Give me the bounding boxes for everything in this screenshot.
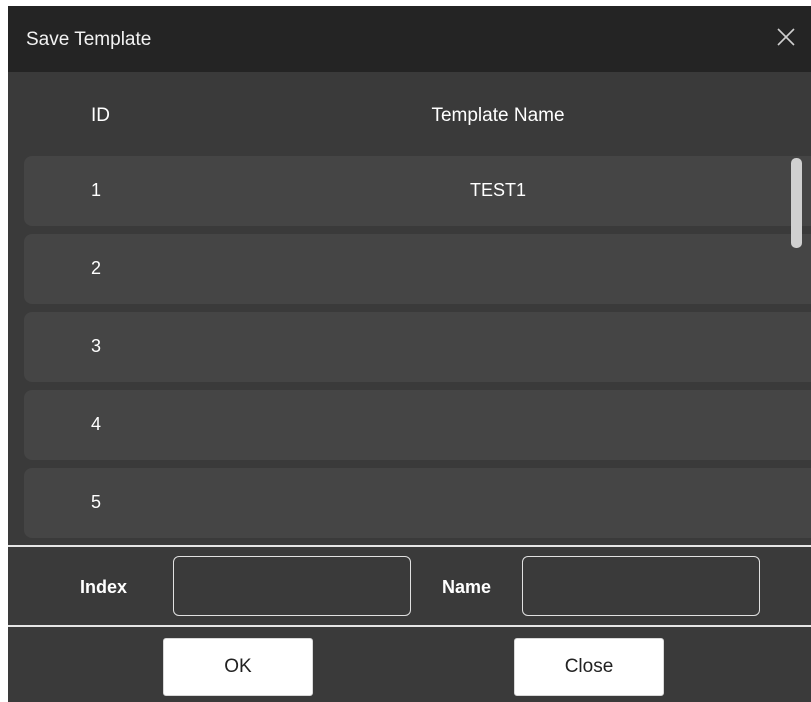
column-header-id: ID bbox=[91, 105, 110, 126]
close-button[interactable]: Close bbox=[514, 638, 664, 696]
table-row[interactable]: 2 bbox=[24, 234, 811, 304]
row-id: 1 bbox=[91, 180, 102, 200]
table-row[interactable]: 3 bbox=[24, 312, 811, 382]
title-bar: Save Template bbox=[8, 6, 811, 72]
divider bbox=[8, 545, 811, 547]
index-label: Index bbox=[80, 577, 128, 597]
row-template-name: TEST1 bbox=[469, 180, 526, 200]
column-header-template-name: Template Name bbox=[431, 105, 565, 126]
table-header: ID Template Name bbox=[8, 72, 811, 154]
row-id: 5 bbox=[91, 492, 102, 512]
ok-button[interactable]: OK bbox=[163, 638, 313, 696]
close-icon[interactable] bbox=[771, 22, 801, 52]
row-id: 3 bbox=[91, 336, 102, 356]
save-template-dialog: Save Template ID Template Name 1 TEST1 2… bbox=[8, 6, 811, 702]
name-label: Name bbox=[442, 577, 492, 597]
table-row[interactable]: 5 bbox=[24, 468, 811, 538]
table-row[interactable]: 1 TEST1 bbox=[24, 156, 811, 226]
divider bbox=[8, 625, 811, 627]
table-row[interactable]: 4 bbox=[24, 390, 811, 460]
dialog-title: Save Template bbox=[26, 29, 152, 50]
template-list[interactable]: 1 TEST1 2 3 4 5 bbox=[8, 154, 811, 540]
name-input[interactable] bbox=[522, 556, 760, 616]
index-input[interactable] bbox=[173, 556, 411, 616]
scrollbar-thumb[interactable] bbox=[791, 158, 802, 248]
row-id: 2 bbox=[91, 258, 102, 278]
row-id: 4 bbox=[91, 414, 102, 434]
